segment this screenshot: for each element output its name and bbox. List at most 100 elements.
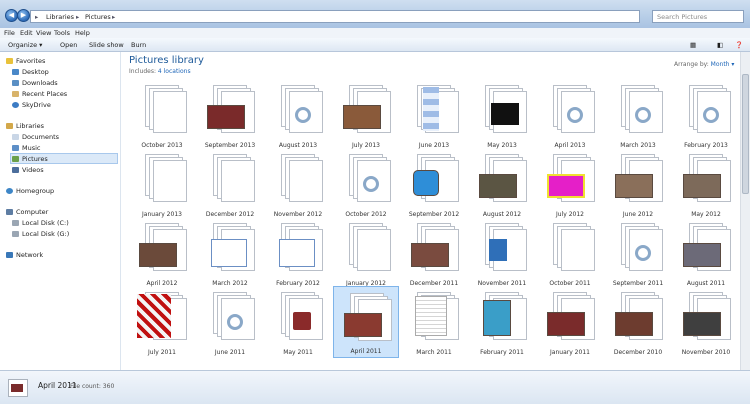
preview-pane-icon[interactable]: ◧ [717,41,723,49]
sidebar-item-downloads[interactable]: Downloads [12,79,58,87]
stack-thumbnail [265,286,331,344]
month-stack[interactable]: May 2011 [265,286,331,358]
scrollbar-thumb[interactable] [742,74,749,194]
stack-thumbnail [673,148,739,206]
month-stack[interactable]: January 2012 [333,217,399,289]
command-bar: Organize ▾ Open Slide show Burn ▦ ◧ ❓ [0,38,750,52]
stack-thumbnail [129,286,195,344]
recent-places-icon [12,91,19,97]
sidebar-item-videos[interactable]: Videos [12,166,44,174]
locations-link[interactable]: 4 locations [158,68,191,75]
stack-thumbnail [197,79,263,137]
sidebar-item-network[interactable]: Network [6,251,43,259]
month-stack[interactable]: October 2011 [537,217,603,289]
search-input[interactable]: Search Pictures [652,10,744,23]
stack-thumbnail [605,217,671,275]
month-stack[interactable]: July 2013 [333,79,399,151]
month-stack[interactable]: February 2011 [469,286,535,358]
downloads-icon [12,80,19,86]
stack-label: January 2011 [550,349,590,356]
breadcrumb-pictures[interactable]: Pictures [85,13,111,21]
help-icon[interactable]: ❓ [735,41,743,49]
network-icon [6,252,13,258]
month-stack[interactable]: March 2011 [401,286,467,358]
sidebar-item-recent-places[interactable]: Recent Places [12,90,67,98]
sidebar-item-pictures-selected[interactable]: Pictures [10,153,118,164]
stack-thumbnail [401,217,467,275]
month-stack[interactable]: March 2012 [197,217,263,289]
sidebar-item-homegroup[interactable]: Homegroup [6,187,54,195]
organize-button[interactable]: Organize ▾ [8,41,42,49]
month-stack[interactable]: October 2012 [333,148,399,220]
month-stack[interactable]: July 2012 [537,148,603,220]
stack-label: March 2011 [416,349,452,356]
month-stack[interactable]: April 2012 [129,217,195,289]
stack-thumbnail [537,286,603,344]
sidebar-item-favorites[interactable]: Favorites [6,57,45,65]
menu-edit[interactable]: Edit [20,29,33,37]
sidebar-item-local-disk-g[interactable]: Local Disk (G:) [12,230,69,238]
sidebar-item-documents[interactable]: Documents [12,133,59,141]
month-stack[interactable]: January 2013 [129,148,195,220]
month-stack[interactable]: August 2013 [265,79,331,151]
stack-thumbnail [129,148,195,206]
month-stack[interactable]: December 2010 [605,286,671,358]
month-stack[interactable]: June 2012 [605,148,671,220]
breadcrumb-separator: ▸ [76,13,80,21]
month-stack[interactable]: July 2011 [129,286,195,358]
stack-label: November 2010 [681,349,731,356]
month-stack[interactable]: November 2011 [469,217,535,289]
arrange-by-dropdown[interactable]: Month ▾ [711,61,735,68]
view-options-icon[interactable]: ▦ [690,41,696,49]
month-stack[interactable]: September 2013 [197,79,263,151]
open-button[interactable]: Open [60,41,77,49]
documents-icon [12,134,19,140]
slideshow-button[interactable]: Slide show [89,41,124,49]
month-stack[interactable]: April 2011 [333,286,399,358]
month-stack[interactable]: August 2011 [673,217,739,289]
sidebar-item-skydrive[interactable]: SkyDrive [12,101,51,109]
month-stack[interactable]: October 2013 [129,79,195,151]
month-stack[interactable]: December 2012 [197,148,263,220]
vertical-scrollbar[interactable] [740,52,750,370]
sidebar-item-local-disk-c[interactable]: Local Disk (C:) [12,219,69,227]
menu-view[interactable]: View [36,29,51,37]
month-stack[interactable]: May 2013 [469,79,535,151]
menu-file[interactable]: File [4,29,15,37]
stack-thumbnail [605,286,671,344]
computer-icon [6,209,13,215]
month-stack[interactable]: June 2011 [197,286,263,358]
month-stack[interactable]: April 2013 [537,79,603,151]
month-stack[interactable]: June 2013 [401,79,467,151]
videos-icon [12,167,19,173]
stack-label: July 2011 [148,349,176,356]
month-stack[interactable]: September 2012 [401,148,467,220]
sidebar-item-libraries[interactable]: Libraries [6,122,44,130]
stack-thumbnail [605,79,671,137]
menu-help[interactable]: Help [75,29,90,37]
stack-label: February 2011 [480,349,524,356]
sidebar-item-computer[interactable]: Computer [6,208,48,216]
month-stack[interactable]: February 2013 [673,79,739,151]
address-bar[interactable]: ▸ Libraries ▸ Pictures ▸ [30,10,640,23]
month-stack[interactable]: August 2012 [469,148,535,220]
month-stack[interactable]: January 2011 [537,286,603,358]
month-stack[interactable]: February 2012 [265,217,331,289]
month-stack[interactable]: December 2011 [401,217,467,289]
stack-label: December 2010 [613,349,663,356]
burn-button[interactable]: Burn [131,41,146,49]
month-stack[interactable]: November 2012 [265,148,331,220]
stack-thumbnail [537,217,603,275]
month-stack[interactable]: March 2013 [605,79,671,151]
sidebar-item-music[interactable]: Music [12,144,41,152]
month-stack[interactable]: September 2011 [605,217,671,289]
month-stack[interactable]: May 2012 [673,148,739,220]
breadcrumb-libraries[interactable]: Libraries [46,13,74,21]
menu-tools[interactable]: Tools [54,29,70,37]
forward-icon[interactable]: ▶ [17,9,30,22]
stack-thumbnail [129,79,195,137]
stack-thumbnail [333,79,399,137]
month-stack[interactable]: November 2010 [673,286,739,358]
sidebar-item-desktop[interactable]: Desktop [12,68,49,76]
homegroup-icon [6,188,13,194]
